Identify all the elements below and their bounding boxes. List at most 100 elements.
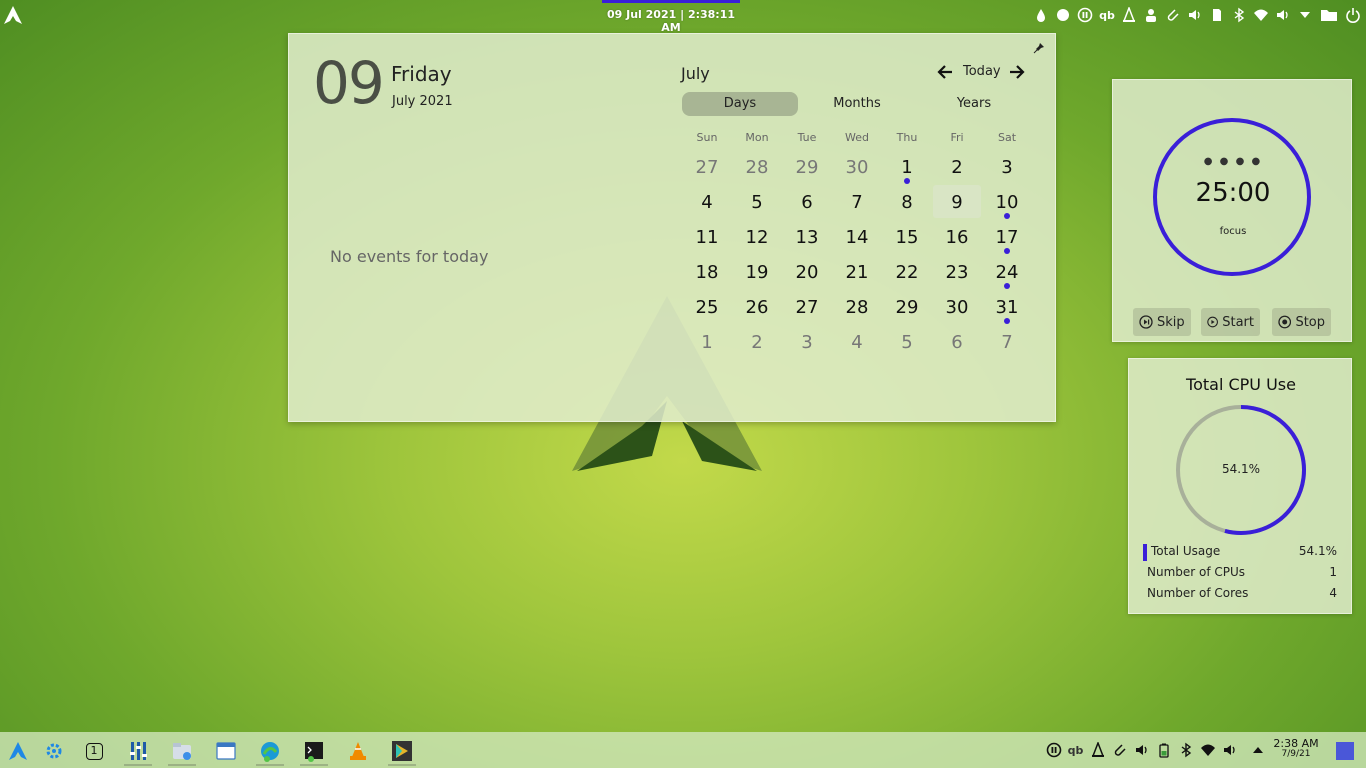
calendar-day[interactable]: 16 [932, 220, 982, 255]
calendar-day[interactable]: 6 [782, 185, 832, 220]
today-button[interactable]: Today [963, 64, 1001, 79]
calendar-day[interactable]: 11 [682, 220, 732, 255]
calendar-day[interactable]: 1 [682, 325, 732, 360]
calendar-day[interactable]: 7 [982, 325, 1032, 360]
qbittorrent-icon[interactable]: qb [1066, 740, 1085, 760]
tab-months[interactable]: Months [799, 92, 915, 116]
calendar-day[interactable]: 7 [832, 185, 882, 220]
calendar-day[interactable]: 5 [732, 185, 782, 220]
app-launcher-button[interactable] [0, 736, 36, 766]
calendar-day[interactable]: 28 [832, 290, 882, 325]
calendar-grid: Sun Mon Tue Wed Thu Fri Sat 27 28 29 30 1 2 3 4… [682, 126, 1032, 360]
vlc-button[interactable] [340, 736, 376, 766]
qbittorrent-icon[interactable]: qb [1098, 5, 1116, 25]
bluetooth-icon[interactable] [1230, 5, 1248, 25]
calendar-day[interactable]: 15 [882, 220, 932, 255]
start-button[interactable]: Start [1201, 308, 1260, 336]
next-month-arrow-icon[interactable] [1007, 62, 1027, 82]
calendar-day[interactable]: 28 [732, 150, 782, 185]
previous-month-arrow-icon[interactable] [935, 62, 955, 82]
calendar-day[interactable]: 10 [982, 185, 1032, 220]
calendar-day[interactable]: 12 [732, 220, 782, 255]
calendar-day[interactable]: 27 [682, 150, 732, 185]
calendar-week-row: 27 28 29 30 1 2 3 [682, 150, 1032, 185]
calendar-day[interactable]: 2 [932, 150, 982, 185]
skip-button[interactable]: Skip [1133, 308, 1191, 336]
calendar-day[interactable]: 25 [682, 290, 732, 325]
vlc-icon[interactable] [1120, 5, 1138, 25]
stop-button[interactable]: Stop [1272, 308, 1331, 336]
wifi-icon[interactable] [1198, 740, 1217, 760]
calendar-day[interactable]: 30 [832, 150, 882, 185]
stop-label: Stop [1295, 314, 1325, 330]
calendar-day[interactable]: 18 [682, 255, 732, 290]
calendar-day[interactable]: 22 [882, 255, 932, 290]
window-button[interactable] [208, 736, 244, 766]
calendar-day-number: 10 [995, 192, 1019, 213]
calendar-day[interactable]: 20 [782, 255, 832, 290]
paperclip-icon[interactable] [1110, 740, 1129, 760]
calendar-day[interactable]: 3 [782, 325, 832, 360]
vlc-icon[interactable] [1088, 740, 1107, 760]
calendar-day[interactable]: 4 [682, 185, 732, 220]
top-clock[interactable]: 09 Jul 2021 | 2:38:11 AM [600, 0, 742, 34]
mixer-button[interactable] [120, 736, 156, 766]
calendar-day[interactable]: 29 [882, 290, 932, 325]
kde-button[interactable] [36, 736, 72, 766]
calendar-day[interactable]: 19 [732, 255, 782, 290]
play-store-button[interactable] [384, 736, 420, 766]
pause-circle-icon[interactable] [1076, 5, 1094, 25]
edge-browser-button[interactable] [252, 736, 288, 766]
calendar-day[interactable]: 14 [832, 220, 882, 255]
user-icon[interactable] [1142, 5, 1160, 25]
calendar-day[interactable]: 4 [832, 325, 882, 360]
edge-browser-icon [261, 742, 279, 762]
volume-icon[interactable] [1132, 740, 1151, 760]
calendar-day[interactable]: 3 [982, 150, 1032, 185]
file-manager-button[interactable] [164, 736, 200, 766]
pause-circle-icon[interactable] [1044, 740, 1063, 760]
tab-years[interactable]: Years [916, 92, 1032, 116]
taskbar-system-tray: qb [1044, 739, 1267, 761]
calendar-day-selected[interactable]: 9 [932, 185, 982, 220]
sd-card-icon[interactable] [1208, 5, 1226, 25]
calendar-day[interactable]: 21 [832, 255, 882, 290]
circle-icon[interactable] [1054, 5, 1072, 25]
virtual-desktop-button[interactable]: 1 [76, 736, 112, 766]
calendar-day[interactable]: 17 [982, 220, 1032, 255]
show-desktop-button[interactable] [1336, 742, 1354, 760]
paperclip-icon[interactable] [1164, 5, 1182, 25]
power-icon[interactable] [1344, 5, 1362, 25]
calendar-day[interactable]: 26 [732, 290, 782, 325]
pin-icon[interactable] [1033, 42, 1045, 54]
folder-icon[interactable] [1318, 5, 1340, 25]
calendar-day[interactable]: 2 [732, 325, 782, 360]
calendar-day[interactable]: 23 [932, 255, 982, 290]
calendar-day[interactable]: 27 [782, 290, 832, 325]
battery-icon[interactable] [1154, 740, 1173, 760]
drop-icon[interactable] [1032, 5, 1050, 25]
taskbar: 1 qb 2:38 AM 7/9/21 [0, 732, 1366, 768]
running-indicator [168, 764, 196, 766]
calendar-day-number: 4 [701, 192, 713, 213]
terminal-button[interactable] [296, 736, 332, 766]
tab-days[interactable]: Days [682, 92, 798, 116]
calendar-day[interactable]: 24 [982, 255, 1032, 290]
expand-tray-icon[interactable] [1248, 740, 1267, 760]
taskbar-clock[interactable]: 2:38 AM 7/9/21 [1270, 737, 1322, 760]
calendar-day[interactable]: 30 [932, 290, 982, 325]
volume-icon[interactable] [1274, 5, 1292, 25]
wifi-icon[interactable] [1252, 5, 1270, 25]
arch-logo-icon[interactable] [2, 4, 24, 26]
calendar-day[interactable]: 6 [932, 325, 982, 360]
calendar-day[interactable]: 31 [982, 290, 1032, 325]
chevron-down-icon[interactable] [1296, 5, 1314, 25]
calendar-day[interactable]: 1 [882, 150, 932, 185]
calendar-day[interactable]: 5 [882, 325, 932, 360]
bluetooth-icon[interactable] [1176, 740, 1195, 760]
calendar-day[interactable]: 13 [782, 220, 832, 255]
volume-icon[interactable] [1186, 5, 1204, 25]
calendar-day[interactable]: 29 [782, 150, 832, 185]
calendar-day[interactable]: 8 [882, 185, 932, 220]
volume-icon[interactable] [1220, 740, 1239, 760]
